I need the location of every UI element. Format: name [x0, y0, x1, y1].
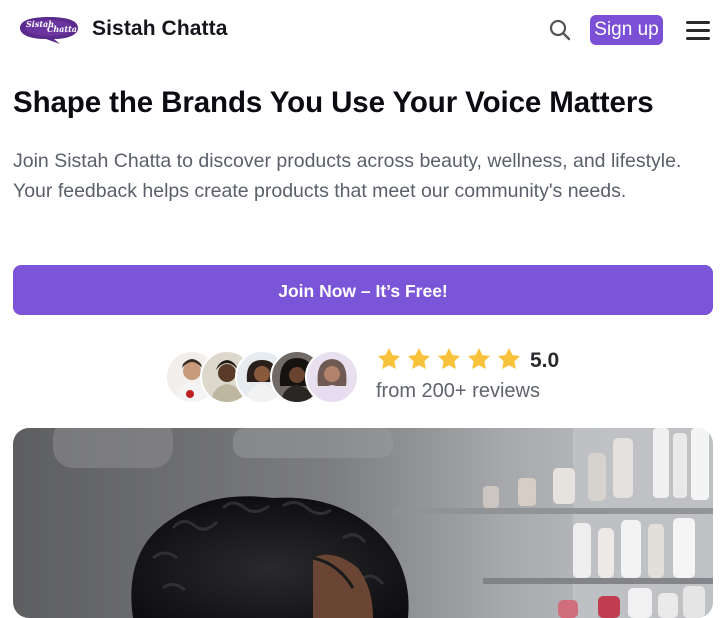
reviews-count: from 200+ reviews — [376, 380, 540, 402]
store-shelf-photo — [13, 428, 713, 618]
logo-text-chatta: Chatta — [47, 24, 77, 34]
star-icon — [437, 347, 461, 369]
star-icon — [497, 347, 521, 369]
rating-value: 5.0 — [530, 349, 560, 372]
hero-description: Join Sistah Chatta to discover products … — [13, 150, 682, 202]
star-icon — [467, 347, 491, 369]
join-now-button[interactable]: Join Now – It’s Free! — [13, 265, 713, 315]
search-button[interactable] — [547, 17, 573, 43]
logo-speech-bubble-icon: Sistah Chatta — [20, 17, 78, 44]
hamburger-line — [686, 29, 710, 32]
page-title: Shape the Brands You Use Your Voice Matt… — [13, 86, 654, 119]
site-header: Sistah Chatta Sistah Chatta Sign up — [0, 0, 724, 62]
search-icon — [549, 19, 571, 41]
star-icon — [377, 347, 401, 369]
hamburger-menu-button[interactable] — [684, 19, 712, 41]
hamburger-line — [686, 37, 710, 40]
site-logo[interactable]: Sistah Chatta — [16, 15, 82, 45]
hamburger-menu-icon — [686, 21, 710, 24]
reviewer-avatars — [165, 350, 365, 404]
brand-name[interactable]: Sistah Chatta — [92, 17, 228, 41]
hero-image — [13, 428, 713, 618]
avatar — [305, 350, 359, 404]
star-icon — [407, 347, 431, 369]
signup-button[interactable]: Sign up — [590, 15, 663, 45]
star-rating — [376, 346, 526, 374]
